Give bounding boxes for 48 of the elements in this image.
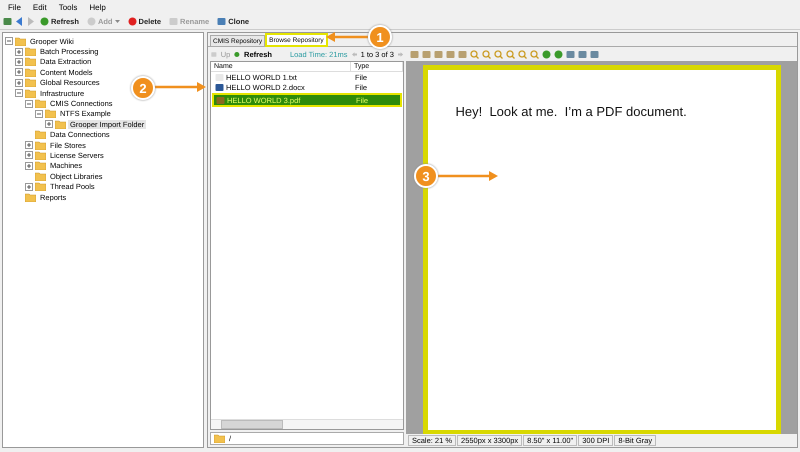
folder-icon [25,57,36,66]
zoom-icon[interactable] [530,50,539,58]
zoom-icon[interactable] [470,50,479,58]
folder-icon [25,68,36,77]
menu-item[interactable]: Tools [58,2,78,12]
folder-icon [35,99,46,108]
collapse-toggle-icon[interactable] [25,100,33,108]
folder-icon [214,434,225,443]
collapse-toggle-icon[interactable] [35,110,43,118]
folder-icon [45,109,56,118]
folder-icon [35,130,46,140]
back-arrow-icon[interactable] [16,17,23,26]
forward-arrow-icon[interactable] [27,17,34,26]
folder-icon [25,88,36,98]
folder-icon [35,150,46,160]
expand-toggle-icon[interactable] [15,78,23,87]
folder-icon [35,161,46,170]
expand-toggle-icon[interactable] [25,162,33,170]
expand-toggle-icon[interactable] [25,182,33,191]
zoom-icon[interactable] [494,50,503,58]
expand-toggle-icon[interactable] [15,48,23,56]
collapse-toggle-icon[interactable] [5,37,13,46]
menu-item[interactable]: Edit [32,2,47,12]
callout-arrow [326,32,370,42]
callout-badge: 1 [368,25,392,49]
expand-toggle-icon[interactable] [15,58,23,66]
folder-icon [55,120,66,129]
zoom-icon[interactable] [518,50,527,58]
menu-item[interactable]: File [8,2,21,12]
expand-toggle-icon[interactable] [25,151,33,160]
zoom-icon[interactable] [482,50,491,58]
expand-toggle-icon[interactable] [15,68,23,76]
document-text: Hey! Look at me. I’m a PDF document. [456,104,687,119]
expand-toggle-icon[interactable] [45,120,53,128]
folder-icon [35,182,46,192]
zoom-icon[interactable] [506,50,515,58]
folder-icon [35,172,46,181]
previous-page-icon[interactable] [352,50,357,58]
folder-icon [25,78,36,88]
expand-toggle-icon[interactable] [25,141,33,150]
menu-item[interactable]: Help [89,2,106,12]
folder-icon [15,36,26,46]
scrollbar-thumb[interactable] [221,420,283,429]
folder-icon [35,140,46,150]
collapse-toggle-icon[interactable] [15,89,23,98]
folder-icon [25,47,36,56]
next-page-icon[interactable] [398,50,404,58]
folder-icon [25,192,36,202]
